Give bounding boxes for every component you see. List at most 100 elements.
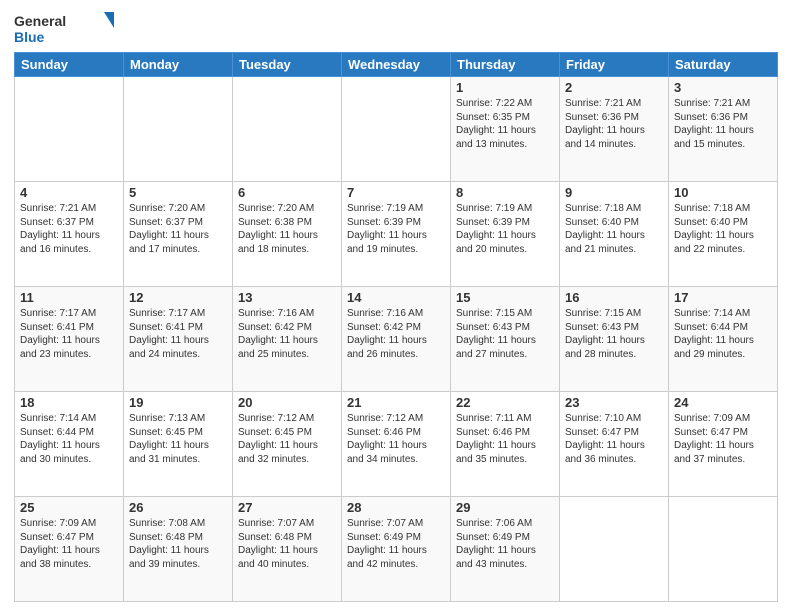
day-info: Sunrise: 7:16 AMSunset: 6:42 PMDaylight:… bbox=[238, 307, 336, 361]
day-number: 20 bbox=[238, 395, 336, 410]
day-info: Sunrise: 7:14 AMSunset: 6:44 PMDaylight:… bbox=[674, 307, 772, 361]
calendar-cell: 29 Sunrise: 7:06 AMSunset: 6:49 PMDayligh… bbox=[451, 497, 560, 602]
day-info: Sunrise: 7:07 AMSunset: 6:48 PMDaylight:… bbox=[238, 517, 336, 571]
day-info: Sunrise: 7:19 AMSunset: 6:39 PMDaylight:… bbox=[456, 202, 554, 256]
weekday-header-wednesday: Wednesday bbox=[342, 53, 451, 77]
day-info: Sunrise: 7:13 AMSunset: 6:45 PMDaylight:… bbox=[129, 412, 227, 466]
header: General Blue bbox=[14, 10, 778, 46]
day-number: 4 bbox=[20, 185, 118, 200]
day-number: 9 bbox=[565, 185, 663, 200]
calendar-cell: 12Sunrise: 7:17 AMSunset: 6:41 PMDayligh… bbox=[124, 287, 233, 392]
calendar-cell bbox=[124, 77, 233, 182]
day-number: 1 bbox=[456, 80, 554, 95]
generalblue-logo-icon: General Blue bbox=[14, 10, 114, 46]
week-row-2: 11 Sunrise: 7:17 AMSunset: 6:41 PMDayligh… bbox=[15, 287, 778, 392]
calendar-cell bbox=[15, 77, 124, 182]
week-row-4: 25 Sunrise: 7:09 AMSunset: 6:47 PMDayligh… bbox=[15, 497, 778, 602]
day-number: 3 bbox=[674, 80, 772, 95]
day-number: 8 bbox=[456, 185, 554, 200]
day-info: Sunrise: 7:17 AMSunset: 6:41 PMDaylight:… bbox=[20, 307, 118, 361]
day-info: Sunrise: 7:21 AMSunset: 6:36 PMDaylight:… bbox=[674, 97, 772, 151]
day-info: Sunrise: 7:09 AMSunset: 6:47 PMDaylight:… bbox=[674, 412, 772, 466]
calendar-cell: 22 Sunrise: 7:11 AMSunset: 6:46 PMDayligh… bbox=[451, 392, 560, 497]
calendar-cell bbox=[669, 497, 778, 602]
day-info: Sunrise: 7:12 AMSunset: 6:45 PMDaylight:… bbox=[238, 412, 336, 466]
day-number: 2 bbox=[565, 80, 663, 95]
calendar-cell: 27 Sunrise: 7:07 AMSunset: 6:48 PMDayligh… bbox=[233, 497, 342, 602]
day-number: 19 bbox=[129, 395, 227, 410]
day-info: Sunrise: 7:11 AMSunset: 6:46 PMDaylight:… bbox=[456, 412, 554, 466]
weekday-header-thursday: Thursday bbox=[451, 53, 560, 77]
calendar-cell bbox=[233, 77, 342, 182]
day-info: Sunrise: 7:10 AMSunset: 6:47 PMDaylight:… bbox=[565, 412, 663, 466]
weekday-header-friday: Friday bbox=[560, 53, 669, 77]
day-info: Sunrise: 7:20 AMSunset: 6:38 PMDaylight:… bbox=[238, 202, 336, 256]
day-info: Sunrise: 7:18 AMSunset: 6:40 PMDaylight:… bbox=[674, 202, 772, 256]
day-info: Sunrise: 7:15 AMSunset: 6:43 PMDaylight:… bbox=[565, 307, 663, 361]
day-number: 6 bbox=[238, 185, 336, 200]
day-number: 17 bbox=[674, 290, 772, 305]
calendar-cell: 20 Sunrise: 7:12 AMSunset: 6:45 PMDayligh… bbox=[233, 392, 342, 497]
weekday-header-sunday: Sunday bbox=[15, 53, 124, 77]
calendar-cell: 7Sunrise: 7:19 AMSunset: 6:39 PMDaylight… bbox=[342, 182, 451, 287]
day-info: Sunrise: 7:18 AMSunset: 6:40 PMDaylight:… bbox=[565, 202, 663, 256]
day-info: Sunrise: 7:14 AMSunset: 6:44 PMDaylight:… bbox=[20, 412, 118, 466]
week-row-0: 1 Sunrise: 7:22 AMSunset: 6:35 PMDaylight… bbox=[15, 77, 778, 182]
calendar-cell bbox=[342, 77, 451, 182]
calendar-cell: 26Sunrise: 7:08 AMSunset: 6:48 PMDayligh… bbox=[124, 497, 233, 602]
day-info: Sunrise: 7:12 AMSunset: 6:46 PMDaylight:… bbox=[347, 412, 445, 466]
calendar-cell: 11 Sunrise: 7:17 AMSunset: 6:41 PMDayligh… bbox=[15, 287, 124, 392]
calendar-cell: 3 Sunrise: 7:21 AMSunset: 6:36 PMDaylight… bbox=[669, 77, 778, 182]
calendar-cell: 21 Sunrise: 7:12 AMSunset: 6:46 PMDayligh… bbox=[342, 392, 451, 497]
calendar-cell: 4Sunrise: 7:21 AMSunset: 6:37 PMDaylight… bbox=[15, 182, 124, 287]
day-number: 5 bbox=[129, 185, 227, 200]
calendar-cell: 9 Sunrise: 7:18 AMSunset: 6:40 PMDaylight… bbox=[560, 182, 669, 287]
calendar-cell: 16 Sunrise: 7:15 AMSunset: 6:43 PMDayligh… bbox=[560, 287, 669, 392]
day-number: 22 bbox=[456, 395, 554, 410]
calendar-cell: 10 Sunrise: 7:18 AMSunset: 6:40 PMDayligh… bbox=[669, 182, 778, 287]
calendar-cell: 23 Sunrise: 7:10 AMSunset: 6:47 PMDayligh… bbox=[560, 392, 669, 497]
weekday-header-row: SundayMondayTuesdayWednesdayThursdayFrid… bbox=[15, 53, 778, 77]
day-number: 21 bbox=[347, 395, 445, 410]
calendar-cell: 14Sunrise: 7:16 AMSunset: 6:42 PMDayligh… bbox=[342, 287, 451, 392]
calendar-cell: 13 Sunrise: 7:16 AMSunset: 6:42 PMDayligh… bbox=[233, 287, 342, 392]
calendar-cell: 1 Sunrise: 7:22 AMSunset: 6:35 PMDaylight… bbox=[451, 77, 560, 182]
calendar-cell: 24Sunrise: 7:09 AMSunset: 6:47 PMDayligh… bbox=[669, 392, 778, 497]
weekday-header-saturday: Saturday bbox=[669, 53, 778, 77]
day-info: Sunrise: 7:07 AMSunset: 6:49 PMDaylight:… bbox=[347, 517, 445, 571]
day-number: 11 bbox=[20, 290, 118, 305]
day-number: 29 bbox=[456, 500, 554, 515]
svg-text:General: General bbox=[14, 13, 66, 29]
calendar-cell: 6 Sunrise: 7:20 AMSunset: 6:38 PMDaylight… bbox=[233, 182, 342, 287]
calendar-cell: 5 Sunrise: 7:20 AMSunset: 6:37 PMDaylight… bbox=[124, 182, 233, 287]
day-info: Sunrise: 7:19 AMSunset: 6:39 PMDaylight:… bbox=[347, 202, 445, 256]
day-info: Sunrise: 7:15 AMSunset: 6:43 PMDaylight:… bbox=[456, 307, 554, 361]
week-row-3: 18 Sunrise: 7:14 AMSunset: 6:44 PMDayligh… bbox=[15, 392, 778, 497]
day-number: 15 bbox=[456, 290, 554, 305]
day-info: Sunrise: 7:20 AMSunset: 6:37 PMDaylight:… bbox=[129, 202, 227, 256]
day-info: Sunrise: 7:09 AMSunset: 6:47 PMDaylight:… bbox=[20, 517, 118, 571]
calendar-cell: 8 Sunrise: 7:19 AMSunset: 6:39 PMDaylight… bbox=[451, 182, 560, 287]
day-number: 16 bbox=[565, 290, 663, 305]
calendar-cell bbox=[560, 497, 669, 602]
weekday-header-tuesday: Tuesday bbox=[233, 53, 342, 77]
week-row-1: 4Sunrise: 7:21 AMSunset: 6:37 PMDaylight… bbox=[15, 182, 778, 287]
day-number: 27 bbox=[238, 500, 336, 515]
calendar-cell: 25 Sunrise: 7:09 AMSunset: 6:47 PMDayligh… bbox=[15, 497, 124, 602]
day-number: 18 bbox=[20, 395, 118, 410]
day-number: 28 bbox=[347, 500, 445, 515]
logo: General Blue bbox=[14, 10, 114, 46]
day-info: Sunrise: 7:06 AMSunset: 6:49 PMDaylight:… bbox=[456, 517, 554, 571]
calendar-cell: 15 Sunrise: 7:15 AMSunset: 6:43 PMDayligh… bbox=[451, 287, 560, 392]
day-number: 13 bbox=[238, 290, 336, 305]
day-number: 26 bbox=[129, 500, 227, 515]
calendar-cell: 2Sunrise: 7:21 AMSunset: 6:36 PMDaylight… bbox=[560, 77, 669, 182]
calendar-cell: 19 Sunrise: 7:13 AMSunset: 6:45 PMDayligh… bbox=[124, 392, 233, 497]
day-info: Sunrise: 7:16 AMSunset: 6:42 PMDaylight:… bbox=[347, 307, 445, 361]
page: General Blue SundayMondayTuesdayWednesda… bbox=[0, 0, 792, 612]
day-number: 25 bbox=[20, 500, 118, 515]
day-number: 10 bbox=[674, 185, 772, 200]
day-info: Sunrise: 7:22 AMSunset: 6:35 PMDaylight:… bbox=[456, 97, 554, 151]
calendar-cell: 28 Sunrise: 7:07 AMSunset: 6:49 PMDayligh… bbox=[342, 497, 451, 602]
day-number: 23 bbox=[565, 395, 663, 410]
